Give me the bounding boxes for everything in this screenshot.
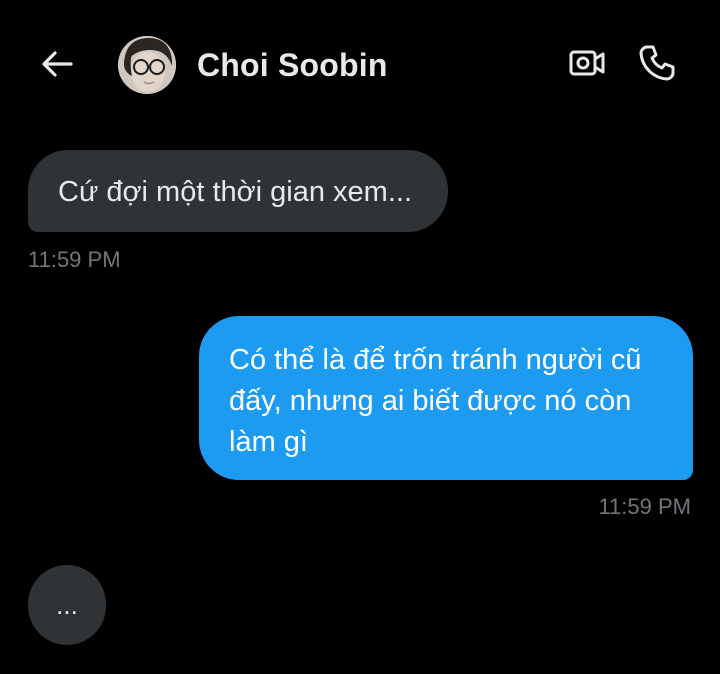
video-call-button[interactable] [566,44,608,82]
typing-indicator: ... [28,565,106,645]
avatar-image [118,36,176,94]
back-button[interactable] [38,46,76,82]
video-camera-icon [569,50,605,76]
outgoing-message-bubble[interactable]: Có thể là để trốn tránh người cũ đấy, nh… [199,316,693,480]
voice-call-button[interactable] [636,42,678,84]
message-timestamp: 11:59 PM [598,494,691,519]
incoming-message-bubble[interactable]: Cứ đợi một thời gian xem... [28,150,448,232]
arrow-left-icon [42,51,73,77]
phone-icon [639,45,675,81]
conversation-header: Choi Soobin [0,0,720,130]
contact-name[interactable]: Choi Soobin [197,47,388,84]
avatar[interactable] [118,36,176,94]
message-timestamp: 11:59 PM [28,247,121,272]
